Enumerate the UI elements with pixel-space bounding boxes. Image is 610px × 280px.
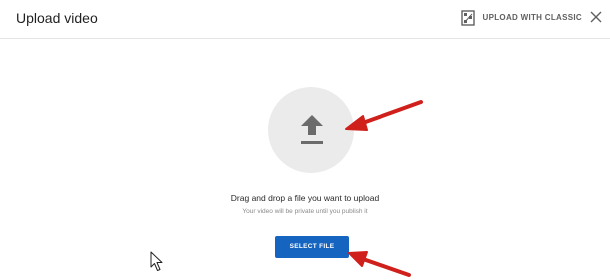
close-icon bbox=[590, 11, 602, 23]
select-file-button[interactable]: SELECT FILE bbox=[275, 236, 349, 258]
film-icon bbox=[460, 10, 475, 26]
privacy-note: Your video will be private until you pub… bbox=[242, 208, 368, 215]
mouse-cursor-icon bbox=[150, 251, 163, 271]
annotation-arrow-button bbox=[348, 251, 411, 277]
dialog-title: Upload video bbox=[16, 10, 98, 26]
drag-drop-text: Drag and drop a file you want to upload bbox=[230, 193, 380, 203]
dialog-header: Upload video UPLOAD WITH CLASSIC bbox=[0, 0, 610, 39]
upload-with-classic-button[interactable]: UPLOAD WITH CLASSIC bbox=[460, 8, 582, 28]
upload-arrow-icon bbox=[301, 115, 323, 144]
close-button[interactable] bbox=[590, 11, 602, 23]
classic-label: UPLOAD WITH CLASSIC bbox=[482, 13, 582, 22]
annotation-arrow-circle bbox=[345, 100, 423, 131]
